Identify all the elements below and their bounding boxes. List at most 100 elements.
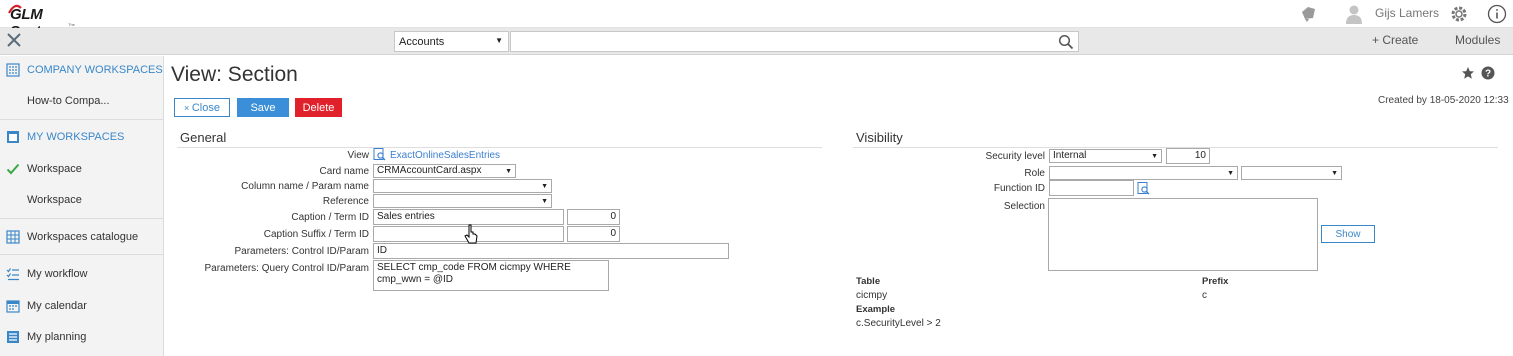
global-search-input[interactable]	[510, 31, 1079, 52]
sidebar-item-label: My calendar	[27, 300, 87, 312]
lookup-icon[interactable]	[1137, 182, 1150, 195]
save-button[interactable]: Save	[237, 98, 289, 117]
prefix-value: c	[1202, 290, 1207, 301]
calendar-icon	[6, 300, 20, 313]
caption-input[interactable]: Sales entries	[373, 209, 564, 225]
caption-term-id-input[interactable]: 0	[567, 209, 620, 225]
page-title: View: Section	[171, 63, 298, 86]
top-bar: GLM Systems The Leading Co. Gijs Lamers	[0, 0, 1513, 40]
planning-icon	[7, 331, 19, 343]
sidebar-item-label: My planning	[27, 331, 87, 343]
checkmark-icon	[6, 163, 20, 175]
prefix-label: Prefix	[1202, 276, 1229, 287]
table-label: Table	[856, 276, 881, 287]
caption-suffix-term-id-input[interactable]: 0	[567, 226, 620, 242]
help-icon[interactable]: ?	[1481, 66, 1495, 80]
delete-button[interactable]: Delete	[295, 98, 342, 117]
created-by-text: Created by 18-05-2020 12:33	[1378, 95, 1509, 106]
grid-icon	[6, 230, 20, 244]
sidebar-divider	[0, 254, 164, 255]
example-value: c.SecurityLevel > 2	[856, 318, 941, 329]
params-query-label: Parameters: Query Control ID/Param	[204, 263, 370, 274]
card-name-label: Card name	[319, 166, 369, 177]
search-icon[interactable]	[1058, 34, 1074, 50]
sidebar-item-my-workspaces[interactable]: MY WORKSPACES	[0, 123, 164, 153]
sidebar-item-label: COMPANY WORKSPACES	[27, 64, 163, 76]
params-query-textarea[interactable]: SELECT cmp_code FROM cicmpy WHERE cmp_ww…	[373, 260, 609, 291]
sidebar-item-workspace[interactable]: Workspace	[0, 186, 164, 216]
chevron-down-icon: ▼	[495, 36, 503, 45]
sidebar-item-my-workflow[interactable]: My workflow	[0, 260, 164, 290]
close-menu-icon[interactable]	[5, 31, 23, 49]
card-name-select[interactable]: CRMAccountCard.aspx ▼	[373, 164, 516, 178]
gear-icon[interactable]	[1449, 4, 1469, 24]
role-select[interactable]: ▼	[1049, 166, 1238, 180]
card-name-value: CRMAccountCard.aspx	[377, 165, 482, 176]
svg-text:?: ?	[1485, 69, 1491, 80]
sidebar-item-workspaces-catalogue[interactable]: Workspaces catalogue	[0, 223, 164, 253]
security-level-select[interactable]: Internal ▼	[1049, 149, 1162, 163]
sidebar-item-workspace-active[interactable]: Workspace	[0, 155, 164, 185]
sidebar-item-label: MY WORKSPACES	[27, 131, 125, 143]
show-button[interactable]: Show	[1321, 225, 1375, 243]
sidebar-item-my-calendar[interactable]: My calendar	[0, 292, 164, 322]
user-name[interactable]: Gijs Lamers	[1375, 6, 1439, 20]
workspace-icon	[7, 131, 19, 143]
main-content: View: Section ? × Close Save Delete Crea…	[165, 56, 1513, 356]
general-section-divider	[177, 147, 822, 148]
sidebar-divider	[0, 119, 164, 120]
lookup-icon[interactable]	[373, 148, 386, 161]
entity-type-select[interactable]: Accounts ▼	[394, 31, 509, 52]
sidebar: COMPANY WORKSPACES How-to Compa... MY WO…	[0, 56, 164, 356]
visibility-section-title: Visibility	[856, 130, 903, 145]
role-secondary-select[interactable]: ▼	[1241, 166, 1342, 180]
function-id-input[interactable]	[1049, 180, 1134, 196]
column-name-select[interactable]: ▼	[373, 179, 552, 193]
sidebar-item-label: Workspace	[27, 194, 82, 206]
example-label: Example	[856, 304, 896, 315]
mouse-cursor-icon	[464, 224, 478, 244]
selection-textarea[interactable]	[1048, 198, 1318, 271]
sidebar-item-how-to-company[interactable]: How-to Compa...	[0, 87, 164, 117]
caption-suffix-label: Caption Suffix / Term ID	[263, 229, 369, 240]
sidebar-item-label: Workspace	[27, 163, 82, 175]
table-value: cicmpy	[856, 290, 888, 301]
create-button[interactable]: + Create	[1372, 33, 1418, 47]
close-button[interactable]: × Close	[174, 98, 230, 117]
column-name-label: Column name / Param name	[241, 181, 369, 192]
security-level-number-input[interactable]: 10	[1166, 148, 1210, 164]
chevron-down-icon: ▼	[1331, 170, 1338, 177]
close-icon: ×	[184, 103, 192, 113]
user-avatar-icon[interactable]	[1344, 4, 1364, 24]
chevron-down-icon: ▼	[1151, 153, 1158, 160]
modules-button[interactable]: Modules	[1455, 33, 1500, 47]
sidebar-item-company-workspaces[interactable]: COMPANY WORKSPACES	[0, 56, 164, 86]
general-section-title: General	[180, 130, 227, 145]
sidebar-item-my-planning[interactable]: My planning	[0, 323, 164, 353]
chevron-down-icon: ▼	[541, 183, 548, 190]
entity-type-value: Accounts	[399, 36, 445, 48]
chevron-down-icon: ▼	[541, 198, 548, 205]
notification-icon[interactable]	[1298, 4, 1318, 24]
reference-select[interactable]: ▼	[373, 194, 552, 208]
list-icon	[6, 268, 19, 281]
reference-label: Reference	[322, 196, 369, 207]
security-level-label: Security level	[985, 151, 1045, 162]
sidebar-item-label: Workspaces catalogue	[27, 231, 139, 243]
caption-label: Caption / Term ID	[291, 212, 369, 223]
chevron-down-icon: ▼	[505, 168, 512, 175]
view-link[interactable]: ExactOnlineSalesEntries	[390, 150, 500, 161]
sidebar-divider	[0, 218, 164, 219]
building-icon	[6, 63, 20, 77]
chevron-down-icon: ▼	[1227, 170, 1234, 177]
params-query-line: SELECT cmp_code FROM cicmpy WHERE	[377, 262, 571, 273]
info-icon[interactable]	[1487, 4, 1507, 24]
close-button-label: Close	[191, 102, 220, 114]
menu-bar: Accounts ▼ + Create Modules	[0, 28, 1513, 55]
params-control-label: Parameters: Control ID/Param	[234, 246, 370, 257]
sidebar-item-label: My workflow	[27, 268, 88, 280]
selection-label: Selection	[1003, 201, 1045, 212]
params-control-input[interactable]: ID	[373, 243, 729, 259]
star-icon[interactable]	[1461, 66, 1475, 80]
params-query-line: cmp_wwn = @ID	[377, 274, 454, 285]
